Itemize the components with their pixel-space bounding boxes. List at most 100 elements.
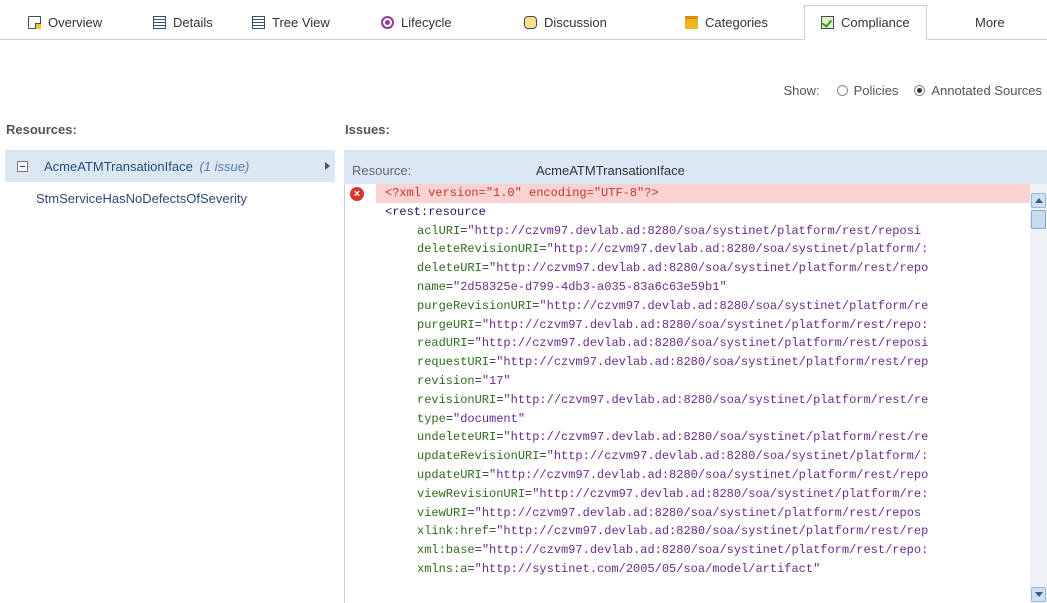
attribute-name: viewRevisionURI [417,486,526,501]
attribute-name: purgeURI [417,317,475,332]
compliance-icon [821,16,834,29]
equals-sign: = [474,317,482,332]
code-line-attribute: revisionURI="http://czvm97.devlab.ad:828… [376,391,1031,410]
tab-label: Compliance [841,15,910,30]
code-line-attribute: viewRevisionURI="http://czvm97.devlab.ad… [376,485,1031,504]
scroll-thumb[interactable] [1031,210,1046,229]
attribute-value: "http://czvm97.devlab.ad:8280/soa/systin… [474,505,922,520]
tab-label: Tree View [272,14,330,30]
equals-sign: = [467,336,475,351]
equals-sign: = [467,505,475,520]
attribute-name: xml:base [417,543,475,558]
attribute-value: "http://czvm97.devlab.ad:8280/soa/systin… [546,242,929,257]
code-line-attribute: aclURI="http://czvm97.devlab.ad:8280/soa… [376,222,1031,241]
tab-lifecycle[interactable]: Lifecycle [381,6,452,38]
code-line-attribute: xml:base="http://czvm97.devlab.ad:8280/s… [376,541,1031,560]
tab-label: More [975,14,1005,30]
attribute-value: "http://czvm97.devlab.ad:8280/soa/systin… [496,355,929,370]
code-line-root: <rest:resource [376,203,1031,222]
code-line-attribute: xmlns:a="http://systinet.com/2005/05/soa… [376,560,1031,579]
xml-declaration: <?xml version="1.0" encoding="UTF-8"?> [385,186,659,200]
issues-heading: Issues: [345,122,390,137]
attribute-name: aclURI [417,223,461,238]
lifecycle-icon [381,15,394,29]
equals-sign: = [481,261,490,276]
attribute-value: "http://czvm97.devlab.ad:8280/soa/systin… [503,392,929,407]
tab-overview[interactable]: Overview [28,6,102,38]
show-policies-option[interactable]: Policies [836,82,899,98]
resource-issue-count: (1 issue) [199,159,250,174]
policy-item[interactable]: StmServiceHasNoDefectsOfSeverity [36,191,247,206]
tab-bar: Overview Details Tree View Lifecycle Dis… [0,0,1047,40]
tab-categories[interactable]: Categories [685,6,768,38]
code-line-attribute: name="2d58325e-d799-4db3-a035-83a6c63e59… [376,278,1031,297]
tab-tree-view[interactable]: Tree View [252,6,330,38]
attribute-name: name [417,279,446,294]
annotation-gutter: × [346,184,377,603]
code-line-declaration: <?xml version="1.0" encoding="UTF-8"?> [376,184,1031,203]
attribute-name: type [417,411,446,426]
attribute-name: updateURI [417,467,482,482]
attribute-name: readURI [417,336,468,351]
source-code: <?xml version="1.0" encoding="UTF-8"?> <… [376,184,1031,579]
collapse-icon[interactable] [17,161,28,172]
attribute-value: "http://systinet.com/2005/05/soa/model/a… [474,561,821,576]
attribute-name: revisionURI [417,392,497,407]
attribute-value: "2d58325e-d799-4db3-a035-83a6c63e59b1" [453,279,727,294]
attribute-value: "http://czvm97.devlab.ad:8280/soa/systin… [481,317,929,332]
show-annotated-sources-option[interactable]: Annotated Sources [914,83,1042,98]
code-line-attribute: xlink:href="http://czvm97.devlab.ad:8280… [376,522,1031,541]
code-line-attribute: deleteURI="http://czvm97.devlab.ad:8280/… [376,259,1031,278]
policies-radio[interactable] [836,84,848,96]
root-tag: <rest:resource [385,204,486,219]
attribute-name: revision [417,373,475,388]
error-icon[interactable]: × [350,187,364,201]
annotated-source-panel[interactable]: × <?xml version="1.0" encoding="UTF-8"?>… [344,184,1047,603]
scroll-up-button[interactable] [1031,193,1046,208]
code-line-attribute: updateRevisionURI="http://czvm97.devlab.… [376,447,1031,466]
equals-sign: = [539,449,547,464]
show-label: Show: [783,82,820,98]
code-line-attribute: viewURI="http://czvm97.devlab.ad:8280/so… [376,504,1031,523]
tab-label: Details [173,14,213,30]
tab-label: Overview [48,14,103,30]
tab-label: Categories [705,14,768,30]
tab-label: Lifecycle [401,14,452,30]
expand-arrow-icon [325,162,330,170]
attribute-value: "http://czvm97.devlab.ad:8280/soa/systin… [489,467,929,482]
code-line-attribute: type="document" [376,410,1031,429]
tab-details[interactable]: Details [153,6,213,38]
attribute-name: xlink:href [417,524,490,539]
attribute-name: undeleteURI [417,430,497,445]
equals-sign: = [481,467,490,482]
tab-label: Discussion [544,14,607,30]
annotated-sources-label: Annotated Sources [931,82,1042,98]
policies-label: Policies [853,82,899,98]
tab-discussion[interactable]: Discussion [524,6,607,38]
attribute-value: "http://czvm97.devlab.ad:8280/soa/systin… [546,449,929,464]
show-options: Show: Policies Annotated Sources [783,81,1042,99]
attribute-value: "document" [453,411,526,426]
vertical-scrollbar[interactable] [1030,184,1047,603]
attribute-value: "http://czvm97.devlab.ad:8280/soa/systin… [539,298,929,313]
tab-more[interactable]: More [975,6,1005,38]
resource-value: AcmeATMTransationIface [536,163,685,178]
equals-sign: = [474,543,482,558]
code-line-attribute: requestURI="http://czvm97.devlab.ad:8280… [376,353,1031,372]
attribute-value: "http://czvm97.devlab.ad:8280/soa/systin… [481,543,929,558]
tab-compliance[interactable]: Compliance [804,5,927,40]
equals-sign: = [445,279,454,294]
attribute-name: requestURI [417,355,490,370]
attribute-name: xmlns:a [417,561,468,576]
resource-name: AcmeATMTransationIface (1 issue) [44,159,249,174]
resource-item[interactable]: AcmeATMTransationIface (1 issue) [5,150,335,182]
tree-icon [252,15,265,29]
code-line-attribute: undeleteURI="http://czvm97.devlab.ad:828… [376,428,1031,447]
annotated-sources-radio[interactable] [914,84,926,96]
attribute-value: "http://czvm97.devlab.ad:8280/soa/systin… [467,223,922,238]
scroll-down-button[interactable] [1031,587,1046,602]
attribute-value: "17" [481,373,511,388]
attribute-name: deleteURI [417,261,482,276]
equals-sign: = [539,242,547,257]
attribute-name: deleteRevisionURI [417,242,540,257]
